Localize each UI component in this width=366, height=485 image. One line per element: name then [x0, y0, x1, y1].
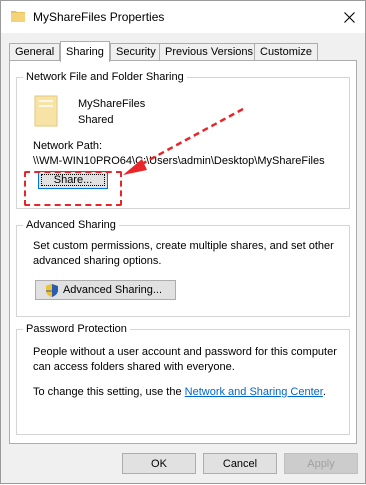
- properties-dialog: MyShareFiles Properties General Sharing …: [0, 0, 366, 484]
- annotation-arrow-icon: [123, 107, 244, 175]
- tab-sharing[interactable]: Sharing: [60, 41, 110, 62]
